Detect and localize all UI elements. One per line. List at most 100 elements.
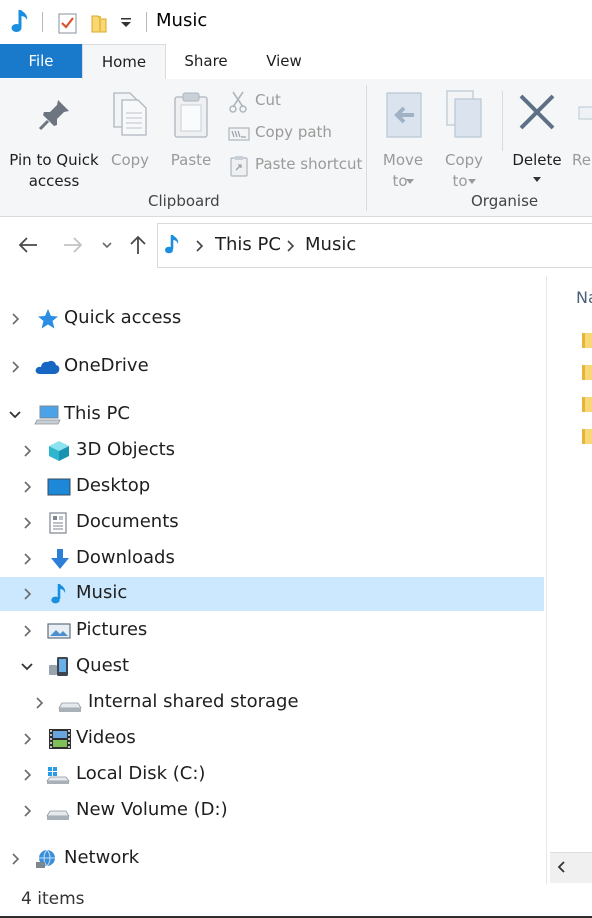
- folder-icon[interactable]: [580, 363, 592, 381]
- desktop-icon: [47, 478, 71, 496]
- recent-locations-chevron-icon[interactable]: [100, 234, 114, 256]
- pin-to-quick-access-button[interactable]: Pin to Quick access: [6, 87, 102, 190]
- chevron-right-icon[interactable]: [22, 444, 34, 458]
- pictures-icon: [47, 623, 71, 639]
- nav-label: Videos: [76, 727, 136, 748]
- chevron-right-icon[interactable]: [22, 587, 34, 601]
- paste-label: Paste: [170, 151, 212, 169]
- drive-icon: [46, 810, 70, 820]
- nav-item-quick-access[interactable]: Quick access: [0, 302, 544, 336]
- properties-icon[interactable]: [58, 12, 77, 34]
- nav-item-pictures[interactable]: Pictures: [0, 614, 544, 648]
- chevron-right-icon[interactable]: [22, 516, 34, 530]
- status-bar: [0, 884, 592, 918]
- film-icon: [49, 729, 71, 749]
- folder-icon[interactable]: [580, 331, 592, 349]
- copy-label: Copy: [110, 151, 150, 169]
- nav-label: Local Disk (C:): [76, 763, 206, 784]
- chevron-right-icon[interactable]: [34, 696, 46, 710]
- ribbon-tab-bar: File Home Share View: [0, 44, 592, 80]
- back-arrow-icon[interactable]: [17, 234, 39, 256]
- column-header-name[interactable]: Na: [576, 288, 592, 307]
- nav-item-documents[interactable]: Documents: [0, 506, 544, 540]
- pane-separator: [546, 276, 547, 884]
- chevron-right-icon[interactable]: [22, 624, 34, 638]
- copy-path-icon: [228, 127, 250, 141]
- nav-item-this-pc[interactable]: This PC: [0, 398, 544, 432]
- forward-arrow-icon[interactable]: [62, 234, 84, 256]
- new-folder-icon[interactable]: [90, 12, 108, 34]
- nav-item-3d-objects[interactable]: 3D Objects: [0, 434, 544, 468]
- nav-item-music[interactable]: Music: [0, 577, 544, 611]
- rename-button[interactable]: Rer: [572, 87, 592, 187]
- chevron-right-icon[interactable]: [22, 480, 34, 494]
- cloud-icon: [35, 360, 60, 374]
- music-note-icon: [51, 584, 66, 604]
- breadcrumb-chevron-icon[interactable]: [194, 239, 204, 253]
- chevron-right-icon[interactable]: [22, 804, 34, 818]
- copy-to-icon: [446, 90, 482, 138]
- paste-shortcut-label: Paste shortcut: [255, 155, 363, 173]
- paste-shortcut-button[interactable]: Paste shortcut: [228, 153, 362, 179]
- nav-label: Quick access: [64, 307, 182, 328]
- move-to-icon: [386, 92, 422, 138]
- chevron-right-icon[interactable]: [10, 852, 22, 866]
- rename-icon: [578, 106, 592, 120]
- folder-icon[interactable]: [580, 395, 592, 413]
- copy-path-button[interactable]: Copy path: [228, 121, 358, 147]
- computer-icon: [34, 405, 61, 425]
- chevron-right-icon[interactable]: [22, 552, 34, 566]
- title-bar: [0, 0, 592, 44]
- document-icon: [49, 512, 67, 534]
- nav-item-network[interactable]: Network: [0, 842, 544, 876]
- paste-button[interactable]: Paste: [162, 87, 220, 187]
- nav-item-local-disk-c[interactable]: Local Disk (C:): [0, 758, 544, 792]
- clipboard-group-label: Clipboard: [148, 192, 220, 210]
- qat-dropdown-icon[interactable]: [120, 18, 132, 28]
- nav-item-desktop[interactable]: Desktop: [0, 470, 544, 504]
- chevron-right-icon[interactable]: [10, 312, 22, 326]
- nav-label: New Volume (D:): [76, 799, 228, 820]
- breadcrumb-chevron-icon[interactable]: [285, 239, 295, 253]
- chevron-right-icon[interactable]: [10, 360, 22, 374]
- nav-label: Downloads: [76, 547, 175, 568]
- copy-button[interactable]: Copy: [104, 87, 156, 187]
- cut-label: Cut: [255, 91, 281, 109]
- chevron-down-icon: [468, 179, 476, 184]
- move-to-button[interactable]: Move to: [378, 87, 428, 190]
- tab-share[interactable]: Share: [168, 44, 244, 78]
- chevron-down-icon[interactable]: [8, 408, 22, 422]
- paste-shortcut-icon: [230, 156, 248, 177]
- breadcrumb-music[interactable]: Music: [305, 234, 356, 255]
- tab-file[interactable]: File: [0, 44, 82, 78]
- copy-to-button[interactable]: Copy to: [438, 87, 490, 190]
- tab-view[interactable]: View: [246, 44, 322, 78]
- ribbon: Pin to Quick access Copy Paste Cut Copy …: [0, 79, 592, 217]
- scroll-left-arrow-icon[interactable]: [556, 860, 568, 874]
- chevron-right-icon[interactable]: [22, 768, 34, 782]
- nav-item-quest[interactable]: Quest: [0, 650, 544, 684]
- up-arrow-icon[interactable]: [127, 234, 149, 256]
- cube-icon: [49, 441, 69, 461]
- nav-item-new-volume-d[interactable]: New Volume (D:): [0, 794, 544, 828]
- folder-icon[interactable]: [580, 427, 592, 445]
- tab-home[interactable]: Home: [82, 44, 166, 79]
- pin-label-line2: access: [28, 172, 80, 190]
- move-to-label-line2: to: [392, 172, 408, 190]
- chevron-down-icon[interactable]: [20, 660, 34, 674]
- chevron-down-icon: [533, 177, 541, 182]
- organise-group-label: Organise: [471, 192, 539, 210]
- nav-item-videos[interactable]: Videos: [0, 722, 544, 756]
- breadcrumb-this-pc[interactable]: This PC: [215, 234, 281, 255]
- group-separator: [502, 91, 503, 151]
- nav-item-internal-shared-storage[interactable]: Internal shared storage: [0, 686, 544, 720]
- delete-button[interactable]: Delete: [508, 87, 566, 187]
- move-to-label: Move: [382, 151, 424, 169]
- star-icon: [38, 309, 58, 329]
- paste-icon: [174, 92, 208, 138]
- cut-button[interactable]: Cut: [228, 89, 358, 115]
- nav-label: Music: [76, 582, 128, 603]
- nav-item-downloads[interactable]: Downloads: [0, 542, 544, 576]
- chevron-right-icon[interactable]: [22, 732, 34, 746]
- nav-item-onedrive[interactable]: OneDrive: [0, 350, 544, 384]
